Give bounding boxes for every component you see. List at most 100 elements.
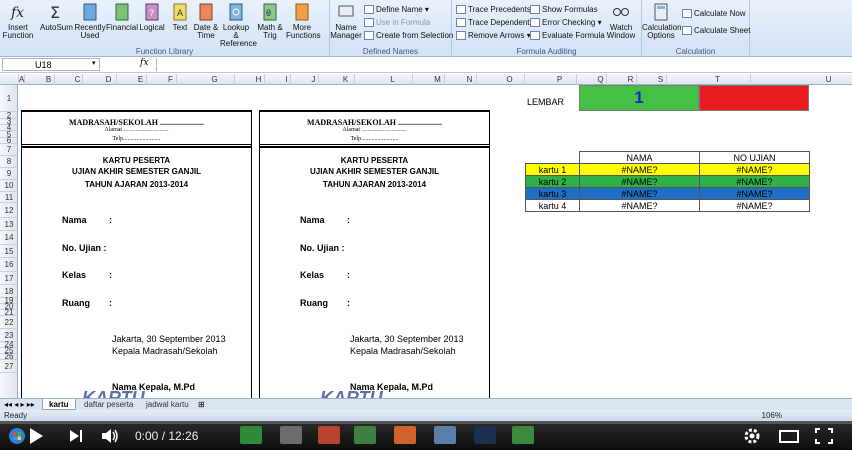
lembar-red-cell[interactable]: [699, 85, 809, 111]
camtasia-app-icon[interactable]: [512, 426, 534, 444]
table-cell-kartu[interactable]: kartu 3: [525, 187, 580, 200]
table-cell-nama[interactable]: #NAME?: [579, 163, 700, 176]
column-header-k[interactable]: K: [337, 74, 355, 85]
table-cell-kartu[interactable]: kartu 4: [525, 199, 580, 212]
fullscreen-icon[interactable]: [814, 427, 834, 445]
column-header-b[interactable]: B: [43, 74, 55, 85]
error-checking-button[interactable]: Error Checking ▾: [530, 17, 602, 29]
table-cell-no[interactable]: #NAME?: [699, 175, 810, 188]
row-header-22[interactable]: 22: [0, 316, 17, 329]
recently-used-button[interactable]: Recently Used: [74, 2, 106, 40]
select-all-corner[interactable]: [0, 74, 19, 85]
table-header-cell[interactable]: NAMA: [579, 151, 700, 164]
column-header-m[interactable]: M: [431, 74, 445, 85]
document-app-icon[interactable]: [280, 426, 302, 444]
tab-kartu[interactable]: kartu: [42, 399, 76, 410]
row-header-9[interactable]: 9: [0, 168, 17, 180]
table-cell-kartu[interactable]: kartu 2: [525, 175, 580, 188]
calculate-sheet-button[interactable]: Calculate Sheet: [682, 25, 750, 37]
tab-nav-arrows-icon[interactable]: ◂◂ ◂ ▸ ▸▸: [4, 399, 35, 410]
play-icon[interactable]: [28, 427, 44, 445]
column-header-d[interactable]: D: [101, 74, 117, 85]
row-header-17[interactable]: 17: [0, 272, 17, 285]
insert-function-button[interactable]: fx Insert Function: [2, 2, 34, 40]
column-header-s[interactable]: S: [655, 74, 667, 85]
access-app-icon[interactable]: [318, 426, 340, 444]
table-cell-nama[interactable]: #NAME?: [579, 199, 700, 212]
new-sheet-icon[interactable]: ⊞: [198, 399, 205, 410]
row-header-27[interactable]: 27: [0, 360, 17, 373]
column-header-r[interactable]: R: [625, 74, 637, 85]
column-header-c[interactable]: C: [73, 74, 83, 85]
progress-bar[interactable]: [0, 421, 852, 424]
tab-daftar-peserta[interactable]: daftar peserta: [78, 399, 139, 410]
table-cell-kartu[interactable]: kartu 1: [525, 163, 580, 176]
date-time-button[interactable]: Date & Time: [190, 2, 222, 40]
column-header-l[interactable]: L: [373, 74, 413, 85]
column-header-o[interactable]: O: [495, 74, 525, 85]
math-trig-button[interactable]: θ Math & Trig: [254, 2, 286, 40]
row-header-10[interactable]: 10: [0, 180, 17, 192]
row-header-15[interactable]: 15: [0, 245, 17, 258]
column-header-h[interactable]: H: [253, 74, 265, 85]
row-header-12[interactable]: 12: [0, 203, 17, 218]
row-header-8[interactable]: 8: [0, 156, 17, 168]
row-header-16[interactable]: 16: [0, 258, 17, 272]
spreadsheet-app-icon[interactable]: [354, 426, 376, 444]
column-header-q[interactable]: Q: [595, 74, 607, 85]
row-header-13[interactable]: 13: [0, 218, 17, 231]
lembar-cell[interactable]: 1: [579, 85, 699, 111]
watch-window-button[interactable]: Watch Window: [604, 2, 638, 40]
photoshop-app-icon[interactable]: [474, 426, 496, 444]
name-manager-button[interactable]: Name Manager: [330, 2, 362, 40]
row-header-1[interactable]: 1: [0, 85, 17, 112]
lookup-reference-button[interactable]: Lookup & Reference: [220, 2, 257, 48]
table-header-cell[interactable]: NO UJIAN: [699, 151, 810, 164]
row-header-11[interactable]: 11: [0, 192, 17, 203]
formula-input[interactable]: [156, 58, 836, 71]
table-cell-no[interactable]: #NAME?: [699, 199, 810, 212]
trace-dependents-button[interactable]: Trace Dependents: [456, 17, 534, 29]
fx-icon[interactable]: fx: [140, 58, 148, 68]
table-header-cell[interactable]: [526, 152, 580, 164]
column-header-n[interactable]: N: [463, 74, 477, 85]
financial-button[interactable]: Financial: [106, 2, 138, 32]
worksheet-grid[interactable]: MADRASAH/SEKOLAH ...................... …: [19, 85, 839, 398]
table-cell-no[interactable]: #NAME?: [699, 163, 810, 176]
column-header-g[interactable]: G: [195, 74, 235, 85]
column-header-e[interactable]: E: [135, 74, 147, 85]
theater-mode-icon[interactable]: [778, 427, 800, 445]
create-from-selection-button[interactable]: Create from Selection: [364, 30, 453, 42]
volume-icon[interactable]: [100, 427, 120, 445]
more-functions-button[interactable]: More Functions: [286, 2, 321, 40]
row-header-7[interactable]: 7: [0, 144, 17, 156]
calculation-options-button[interactable]: Calculation Options: [642, 2, 682, 40]
powerpoint-app-icon[interactable]: [394, 426, 416, 444]
tab-jadwal-kartu[interactable]: jadwal kartu: [140, 399, 195, 410]
column-header-p[interactable]: P: [543, 74, 577, 85]
column-header-f[interactable]: F: [165, 74, 177, 85]
chevron-down-icon[interactable]: ▾: [92, 59, 96, 67]
table-cell-no[interactable]: #NAME?: [699, 187, 810, 200]
evaluate-formula-button[interactable]: Evaluate Formula: [530, 30, 605, 42]
column-header-a[interactable]: A: [19, 74, 25, 85]
windows-start-icon[interactable]: [6, 427, 28, 445]
column-header-i[interactable]: I: [283, 74, 291, 85]
gear-icon[interactable]: [742, 427, 762, 445]
row-header-14[interactable]: 14: [0, 231, 17, 245]
remove-arrows-button[interactable]: Remove Arrows ▾: [456, 30, 531, 42]
table-cell-nama[interactable]: #NAME?: [579, 175, 700, 188]
next-icon[interactable]: [68, 427, 84, 445]
show-formulas-button[interactable]: Show Formulas: [530, 4, 598, 16]
excel-app-icon[interactable]: [240, 426, 262, 444]
define-name-button[interactable]: Define Name ▾: [364, 4, 429, 16]
zoom-level[interactable]: 106%: [762, 410, 782, 421]
column-header-u[interactable]: U: [769, 74, 852, 85]
trace-precedents-button[interactable]: Trace Precedents: [456, 4, 531, 16]
column-header-t[interactable]: T: [685, 74, 751, 85]
use-in-formula-button[interactable]: Use in Formula: [364, 17, 430, 29]
calculate-now-button[interactable]: Calculate Now: [682, 8, 746, 20]
autosum-button[interactable]: Σ AutoSum: [40, 2, 73, 32]
name-box[interactable]: U18: [2, 58, 100, 71]
table-cell-nama[interactable]: #NAME?: [579, 187, 700, 200]
